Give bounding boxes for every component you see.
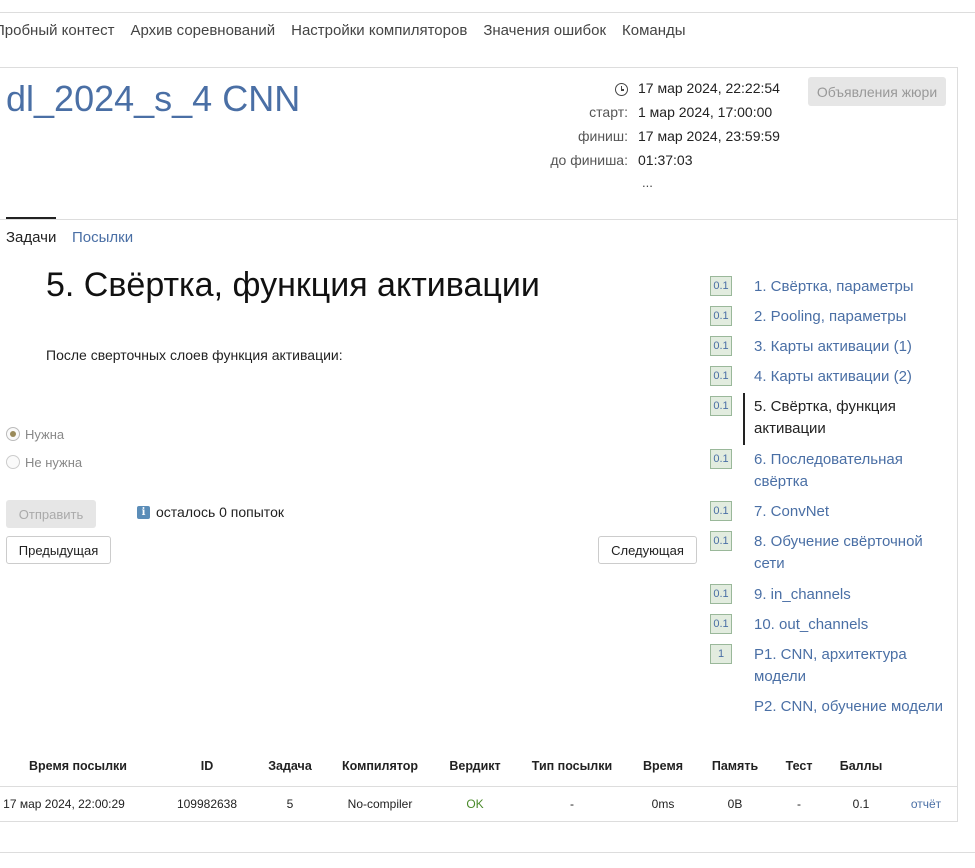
col-id: ID <box>200 759 214 773</box>
start-value: 1 мар 2024, 17:00:00 <box>638 104 773 120</box>
cell-score: 0.1 <box>852 797 870 811</box>
problem-link[interactable]: 9. in_channels <box>754 584 954 607</box>
score-badge: 0.1 <box>710 531 732 551</box>
tab-submissions[interactable]: Посылки <box>72 229 133 246</box>
table-header: Время посылки ID Задача Компилятор Верди… <box>0 748 958 784</box>
nav-contest-archive[interactable]: Архив соревнований <box>130 22 275 39</box>
remaining-value: 01:37:03 <box>638 152 693 168</box>
cell-submission-type: - <box>570 797 574 811</box>
score-badge: 0.1 <box>710 366 732 386</box>
top-navigation: Пробный контест Архив соревнований Настр… <box>0 13 975 47</box>
nav-compiler-settings[interactable]: Настройки компиляторов <box>291 22 467 39</box>
score-badge: 0.1 <box>710 614 732 634</box>
active-tab-indicator <box>6 217 56 219</box>
attempts-text: осталось 0 попыток <box>156 504 284 520</box>
problem-link-active[interactable]: 5. Свёртка, функция активации <box>754 396 954 441</box>
more-info-toggle[interactable]: ... <box>642 175 653 190</box>
jury-announcements-button[interactable]: Объявления жюри <box>808 77 946 106</box>
current-time-row: 17 мар 2024, 22:22:54 <box>530 80 800 100</box>
start-label: старт: <box>589 104 628 120</box>
score-badge: 1 <box>710 644 732 664</box>
nav-trial-contest[interactable]: Пробный контест <box>0 22 114 39</box>
nav-teams[interactable]: Команды <box>622 22 686 39</box>
finish-label: финиш: <box>577 128 628 144</box>
attempts-info: i осталось 0 попыток <box>137 504 284 520</box>
problem-title: 5. Свёртка, функция активации <box>46 266 540 304</box>
score-badge: 0.1 <box>710 584 732 604</box>
problem-link[interactable]: 1. Свёртка, параметры <box>754 276 954 299</box>
option-not-needed[interactable]: Не нужна <box>6 453 82 471</box>
problem-link[interactable]: 6. Последовательная свёртка <box>754 449 954 494</box>
score-badge: 0.1 <box>710 396 732 416</box>
cell-test: - <box>797 797 801 811</box>
col-test: Тест <box>785 759 813 773</box>
problem-link[interactable]: 10. out_channels <box>754 614 954 637</box>
tab-tasks[interactable]: Задачи <box>6 229 56 246</box>
problem-link[interactable]: 8. Обучение свёрточной сети <box>754 531 954 576</box>
clock-icon <box>615 83 628 96</box>
option-label: Не нужна <box>25 454 83 470</box>
col-submit-time: Время посылки <box>29 759 127 773</box>
col-memory: Память <box>711 759 759 773</box>
report-link[interactable]: отчёт <box>900 786 952 822</box>
cell-memory: 0B <box>727 797 743 811</box>
cell-compiler: No-compiler <box>347 797 413 811</box>
cell-id: 109982638 <box>176 797 238 811</box>
score-badge: 0.1 <box>710 501 732 521</box>
problem-link[interactable]: P2. CNN, обучение модели <box>754 696 954 719</box>
score-badge: 0.1 <box>710 336 732 356</box>
finish-row: финиш: 17 мар 2024, 23:59:59 <box>530 128 800 148</box>
col-score: Баллы <box>839 759 883 773</box>
option-needed[interactable]: Нужна <box>6 425 64 443</box>
submit-button[interactable]: Отправить <box>6 500 96 528</box>
problem-link[interactable]: 4. Карты активации (2) <box>754 366 954 389</box>
bottom-border <box>0 852 975 853</box>
col-task: Задача <box>268 759 312 773</box>
contest-title: dl_2024_s_4 CNN <box>6 78 301 119</box>
radio-button-checked[interactable] <box>6 427 20 441</box>
info-icon: i <box>137 505 150 519</box>
remaining-label: до финиша: <box>550 152 628 168</box>
col-verdict: Вердикт <box>449 759 501 773</box>
cell-task: 5 <box>286 797 294 811</box>
problem-link[interactable]: 2. Pooling, параметры <box>754 306 954 329</box>
option-label: Нужна <box>25 426 65 442</box>
score-badge: 0.1 <box>710 276 732 296</box>
cell-submit-time: 17 мар 2024, 22:00:29 <box>3 797 125 811</box>
active-item-bar <box>743 393 745 445</box>
start-row: старт: 1 мар 2024, 17:00:00 <box>530 104 800 124</box>
problem-link[interactable]: 7. ConvNet <box>754 501 954 524</box>
score-badge: 0.1 <box>710 449 732 469</box>
col-compiler: Компилятор <box>341 759 419 773</box>
col-time: Время <box>643 759 683 773</box>
col-submission-type: Тип посылки <box>531 759 613 773</box>
problem-link[interactable]: P1. CNN, архитектура модели <box>754 644 954 689</box>
score-badge: 0.1 <box>710 306 732 326</box>
current-time: 17 мар 2024, 22:22:54 <box>638 80 780 96</box>
previous-problem-button[interactable]: Предыдущая <box>6 536 111 564</box>
problem-link[interactable]: 3. Карты активации (1) <box>754 336 954 359</box>
problem-statement: После сверточных слоев функция активации… <box>46 347 343 363</box>
radio-button[interactable] <box>6 455 20 469</box>
remaining-row: до финиша: 01:37:03 <box>530 152 800 172</box>
table-row: 17 мар 2024, 22:00:29 109982638 5 No-com… <box>0 786 958 822</box>
nav-error-values[interactable]: Значения ошибок <box>483 22 606 39</box>
cell-run-time: 0ms <box>651 797 675 811</box>
cell-verdict: OK <box>466 797 484 811</box>
tabs-divider <box>0 219 958 220</box>
next-problem-button[interactable]: Следующая <box>598 536 697 564</box>
finish-value: 17 мар 2024, 23:59:59 <box>638 128 780 144</box>
